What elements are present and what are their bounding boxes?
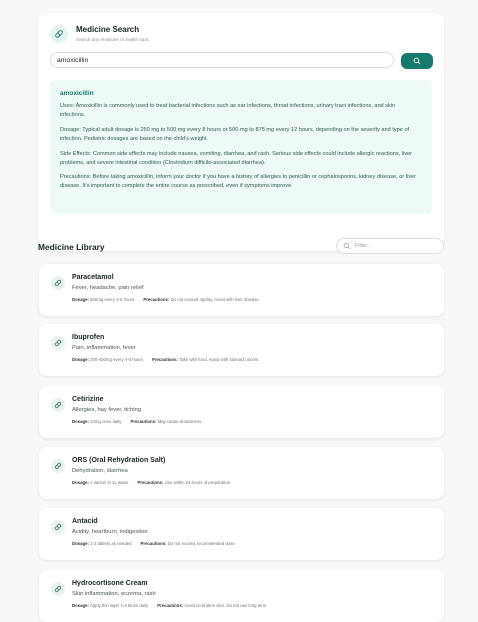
search-subtitle: Search any medicine or health topic xyxy=(76,37,150,42)
medicine-uses: Allergies, hay fever, itching xyxy=(72,407,141,413)
dosage-label: Dosage: xyxy=(72,603,89,608)
medicine-uses: Skin inflammation, eczema, rash xyxy=(72,591,156,597)
precautions-label: Precautions: xyxy=(137,480,164,485)
medicine-card[interactable]: Hydrocortisone Cream Skin inflammation, e… xyxy=(39,570,444,622)
precautions-text: Before taking amoxicillin, inform your d… xyxy=(60,174,417,190)
search-title: Medicine Search xyxy=(76,25,140,34)
pill-icon xyxy=(51,276,65,290)
medicine-name: Ibuprofen xyxy=(72,334,105,341)
dosage-label: Dosage: xyxy=(72,541,89,546)
pill-icon xyxy=(51,459,65,473)
uses-label: Uses: xyxy=(60,103,75,109)
precautions-label: Precautions: xyxy=(60,174,92,180)
dosage-text: Typical adult dosage is 250 mg to 500 mg… xyxy=(60,127,410,143)
medicine-dosage: 1-2 tablets as needed xyxy=(90,541,132,546)
medicine-dosage: 10mg once daily xyxy=(90,419,122,424)
filter-input[interactable]: Filter... xyxy=(336,238,444,254)
dosage-label: Dosage: xyxy=(60,127,81,133)
precautions-label: Precautions: xyxy=(151,357,178,362)
uses-text: Amoxicillin is commonly used to treat ba… xyxy=(60,103,396,119)
medicine-precautions: May cause drowsiness. xyxy=(157,419,203,424)
result-dosage: Dosage: Typical adult dosage is 250 mg t… xyxy=(60,126,420,145)
pill-icon xyxy=(51,520,65,534)
medicine-card[interactable]: Antacid Acidity, heartburn, indigestion Do… xyxy=(39,508,444,560)
pill-icon xyxy=(51,398,65,412)
precautions-label: Precautions: xyxy=(140,541,167,546)
dosage-label: Dosage: xyxy=(72,297,89,302)
library-title: Medicine Library xyxy=(38,242,105,252)
result-uses: Uses: Amoxicillin is commonly used to tr… xyxy=(60,102,420,121)
search-button[interactable] xyxy=(401,53,433,69)
medicine-details: Dosage: 1-2 tablets as needed Precautions… xyxy=(72,541,236,546)
medicine-card[interactable]: ORS (Oral Rehydration Salt) Dehydration, … xyxy=(39,447,444,499)
medicine-precautions: Avoid on broken skin. Do not use long te… xyxy=(184,603,268,608)
medicine-name: ORS (Oral Rehydration Salt) xyxy=(72,457,166,464)
result-precautions: Precautions: Before taking amoxicillin, … xyxy=(60,173,420,192)
precautions-label: Precautions: xyxy=(130,419,157,424)
dosage-label: Dosage: xyxy=(72,480,89,485)
precautions-label: Precautions: xyxy=(143,297,170,302)
medicine-details: Dosage: 200-400mg every 4-6 hours Precaut… xyxy=(72,357,260,362)
medicine-precautions: Take with food. Avoid with stomach ulcer… xyxy=(179,357,260,362)
medicine-uses: Dehydration, diarrhea xyxy=(72,468,128,474)
medicine-name: Paracetamol xyxy=(72,274,114,281)
dosage-label: Dosage: xyxy=(72,419,89,424)
medicine-details: Dosage: 10mg once daily Precautions: May … xyxy=(72,419,202,424)
precautions-label: Precautions: xyxy=(157,603,184,608)
medicine-uses: Acidity, heartburn, indigestion xyxy=(72,529,148,535)
medicine-card[interactable]: Cetirizine Allergies, hay fever, itching D… xyxy=(39,386,444,438)
side-effects-text: Common side effects may include nausea, … xyxy=(60,151,412,167)
pill-icon xyxy=(50,25,68,43)
medicine-uses: Pain, inflammation, fever xyxy=(72,345,136,351)
filter-placeholder: Filter... xyxy=(355,243,372,249)
side-effects-label: Side Effects: xyxy=(60,151,92,157)
medicine-precautions: Do not exceed recommended dose. xyxy=(167,541,236,546)
search-icon xyxy=(343,242,351,250)
medicine-uses: Fever, headache, pain relief xyxy=(72,285,144,291)
search-result-panel xyxy=(50,80,432,214)
medicine-name: Cetirizine xyxy=(72,396,104,403)
dosage-label: Dosage: xyxy=(72,357,89,362)
medicine-precautions: Do not exceed 4g/day. Avoid with liver d… xyxy=(170,297,260,302)
medicine-name: Antacid xyxy=(72,518,98,525)
medicine-card[interactable]: Ibuprofen Pain, inflammation, fever Dosage… xyxy=(39,324,444,376)
pill-icon xyxy=(51,582,65,596)
search-input[interactable]: amoxicillin xyxy=(50,52,394,68)
medicine-card[interactable]: Paracetamol Fever, headache, pain relief D… xyxy=(39,264,444,316)
medicine-dosage: 200-400mg every 4-6 hours xyxy=(90,357,143,362)
medicine-details: Dosage: 500mg every 4-6 hours Precautions… xyxy=(72,297,260,302)
medicine-dosage: Apply thin layer 1-2 times daily xyxy=(89,603,149,608)
medicine-details: Dosage: Apply thin layer 1-2 times daily… xyxy=(72,603,267,608)
medicine-precautions: Use within 24 hours of preparation. xyxy=(164,480,232,485)
medicine-details: Dosage: 1 sachet in 1L water Precautions:… xyxy=(72,480,231,485)
pill-icon xyxy=(51,336,65,350)
medicine-name: Hydrocortisone Cream xyxy=(72,580,148,587)
result-side-effects: Side Effects: Common side effects may in… xyxy=(60,150,420,169)
medicine-dosage: 500mg every 4-6 hours xyxy=(90,297,135,302)
search-icon xyxy=(413,57,421,65)
result-medicine-name: amoxicillin xyxy=(60,90,94,97)
medicine-dosage: 1 sachet in 1L water xyxy=(90,480,129,485)
